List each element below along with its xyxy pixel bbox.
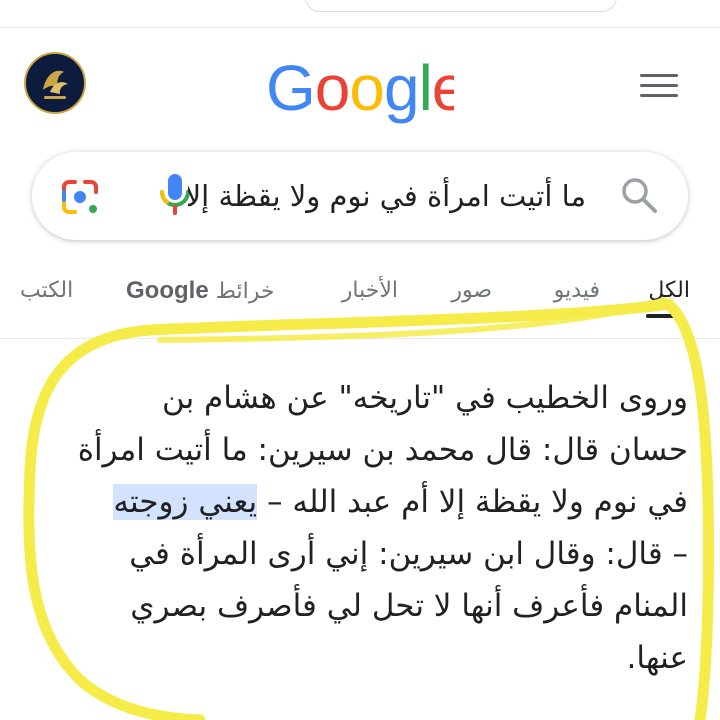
- snippet-line: المنام فأعرف أنها لا تحل لي فأصرف بصري: [130, 588, 688, 624]
- selected-text[interactable]: يعني زوجته: [113, 484, 258, 520]
- google-logo: Google: [266, 52, 454, 124]
- search-input[interactable]: ما أتيت امرأة في نوم ولا يقظة إلا: [188, 176, 586, 216]
- search-icon[interactable]: [620, 176, 658, 214]
- tab-news[interactable]: الأخبار: [342, 276, 398, 306]
- logo-letter: e: [432, 52, 454, 124]
- snippet-line: في نوم ولا يقظة إلا أم عبد الله – يعني ز…: [40, 476, 688, 528]
- search-box[interactable]: ما أتيت امرأة في نوم ولا يقظة إلا: [32, 152, 688, 240]
- svg-text:Google: Google: [266, 52, 454, 124]
- logo-letter: o: [349, 52, 384, 124]
- tabs-divider: [0, 338, 720, 339]
- avatar[interactable]: [24, 52, 86, 114]
- search-tabs: الكل فيديو صور الأخبار Google خرائط الكت…: [0, 262, 720, 322]
- tab-maps-brand: Google: [126, 277, 209, 304]
- google-lens-icon[interactable]: [60, 178, 100, 216]
- snippet-line: عنها.: [626, 640, 688, 676]
- avatar-emblem-icon: [28, 56, 82, 110]
- menu-icon[interactable]: [640, 74, 680, 104]
- snippet-line: حسان قال: قال محمد بن سيرين: ما أتيت امر…: [77, 432, 688, 468]
- tab-maps-label: خرائط: [215, 279, 275, 304]
- logo-letter: g: [384, 52, 419, 124]
- result-snippet: وروى الخطيب في "تاريخه" عن هشام بن حسان …: [40, 372, 688, 684]
- url-bar[interactable]: [305, 0, 617, 12]
- active-tab-indicator: [646, 314, 682, 318]
- logo-letter: G: [266, 52, 315, 124]
- snippet-line: – قال: وقال ابن سيرين: إني أرى المرأة في: [129, 536, 688, 572]
- logo-letter: o: [315, 52, 350, 124]
- tab-books[interactable]: الكتب: [20, 276, 73, 306]
- tab-all[interactable]: الكل: [648, 276, 690, 306]
- mic-icon[interactable]: [158, 172, 192, 218]
- tab-videos[interactable]: فيديو: [554, 276, 600, 306]
- tab-images[interactable]: صور: [451, 276, 492, 306]
- logo-letter: l: [419, 52, 432, 124]
- top-divider: [0, 27, 720, 28]
- snippet-text: في نوم ولا يقظة إلا أم عبد الله –: [257, 484, 688, 520]
- snippet-line: وروى الخطيب في "تاريخه" عن هشام بن: [161, 380, 688, 416]
- tab-maps[interactable]: Google خرائط: [126, 276, 275, 307]
